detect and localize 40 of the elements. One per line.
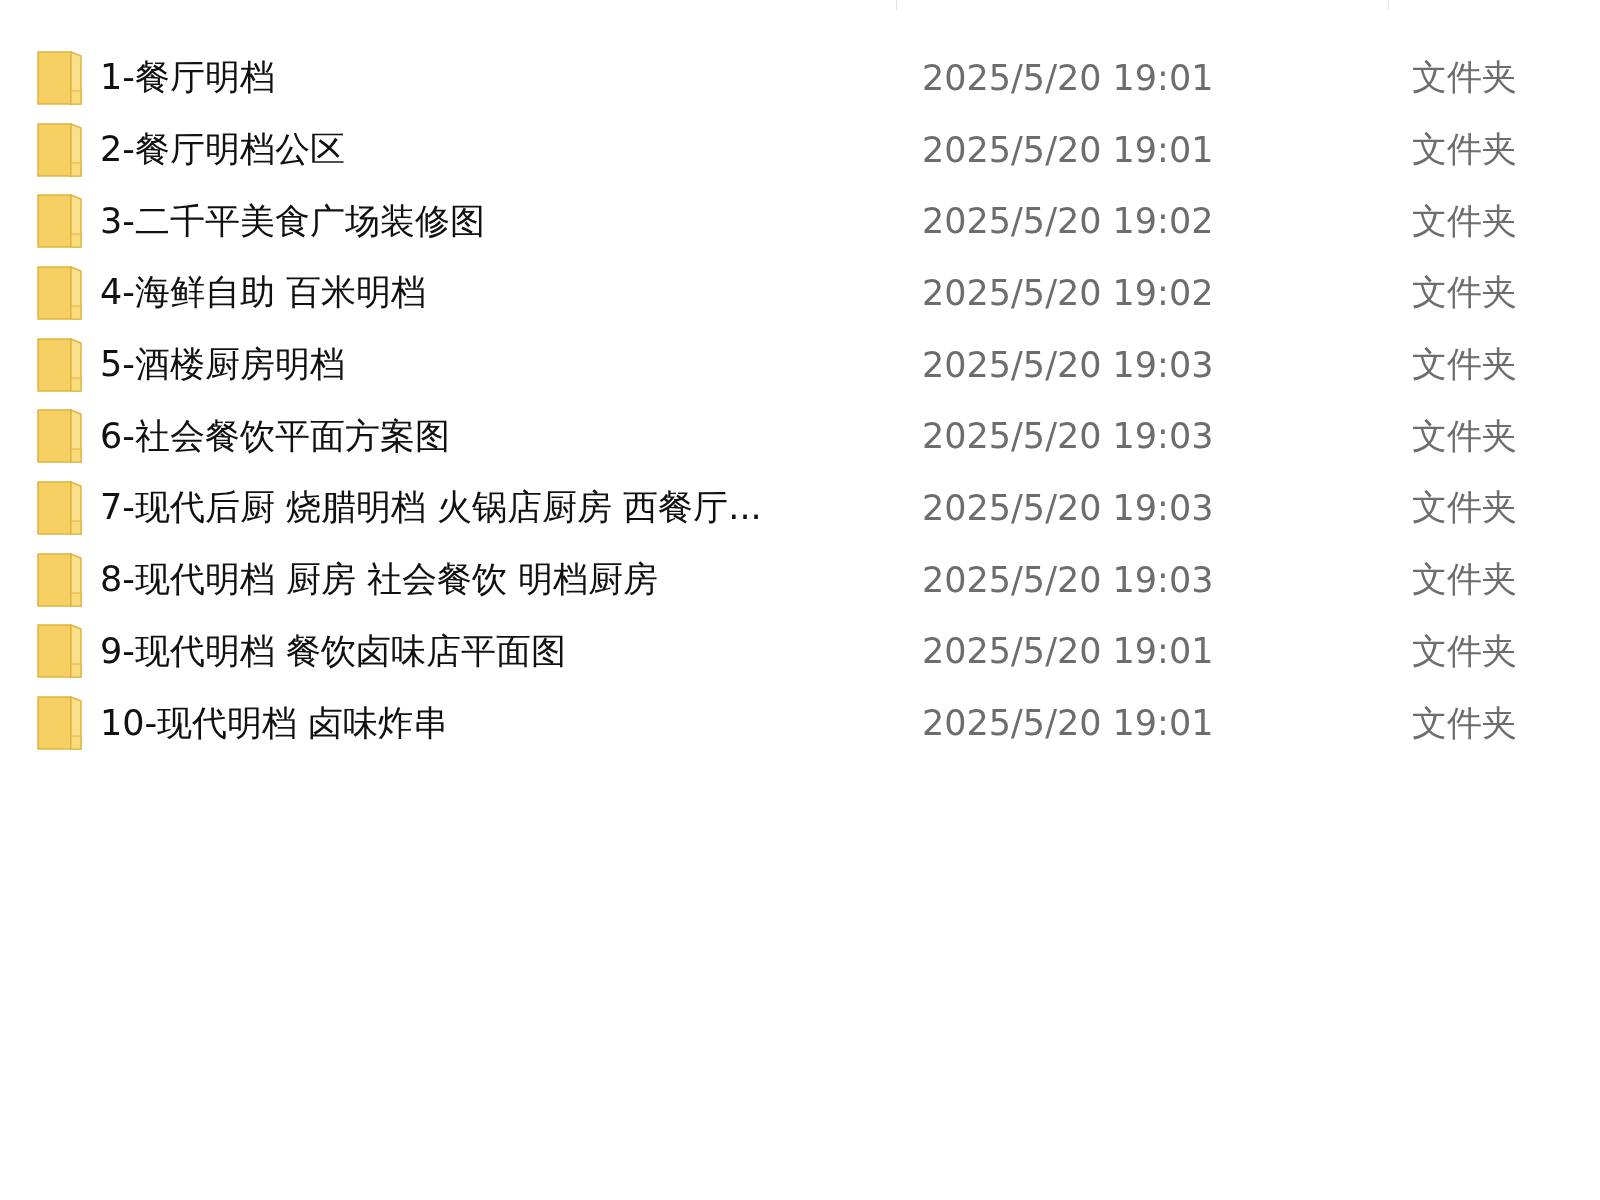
folder-icon [37, 552, 83, 607]
date-modified: 2025/5/20 19:03 [922, 487, 1215, 528]
folder-icon [37, 409, 83, 464]
file-type: 文件夹 [1412, 629, 1518, 673]
folder-icon [37, 122, 83, 177]
file-type: 文件夹 [1412, 486, 1518, 530]
date-modified: 2025/5/20 19:03 [922, 416, 1215, 457]
file-type: 文件夹 [1412, 414, 1518, 458]
file-type: 文件夹 [1412, 271, 1518, 315]
file-type: 文件夹 [1412, 199, 1518, 243]
file-name[interactable]: 7-现代后厨 烧腊明档 火锅店厨房 西餐厅... [100, 484, 922, 532]
file-type: 文件夹 [1412, 343, 1518, 387]
file-name[interactable]: 8-现代明档 厨房 社会餐饮 明档厨房 [100, 556, 922, 604]
date-modified: 2025/5/20 19:01 [922, 631, 1215, 672]
file-name[interactable]: 1-餐厅明档 [100, 54, 922, 102]
date-modified: 2025/5/20 19:01 [922, 129, 1215, 170]
file-name[interactable]: 2-餐厅明档公区 [100, 126, 922, 174]
folder-icon [37, 696, 83, 751]
folder-icon [37, 265, 83, 320]
file-name[interactable]: 3-二千平美食广场装修图 [100, 197, 922, 245]
file-type: 文件夹 [1412, 128, 1518, 172]
file-name[interactable]: 5-酒楼厨房明档 [100, 341, 922, 389]
file-name[interactable]: 10-现代明档 卤味炸串 [100, 699, 922, 747]
date-modified: 2025/5/20 19:03 [922, 344, 1215, 385]
date-modified: 2025/5/20 19:02 [922, 201, 1215, 242]
folder-icon [37, 337, 83, 392]
file-name[interactable]: 6-社会餐饮平面方案图 [100, 412, 922, 460]
file-name[interactable]: 9-现代明档 餐饮卤味店平面图 [100, 627, 922, 675]
folder-icon [37, 50, 83, 105]
folder-icon [37, 624, 83, 679]
date-modified: 2025/5/20 19:02 [922, 272, 1215, 313]
folder-icon [37, 194, 83, 249]
date-modified: 2025/5/20 19:01 [922, 703, 1215, 744]
file-name[interactable]: 4-海鲜自助 百米明档 [100, 269, 922, 317]
file-type: 文件夹 [1412, 701, 1518, 745]
date-modified: 2025/5/20 19:03 [922, 559, 1215, 600]
folder-icon [37, 480, 83, 535]
file-type: 文件夹 [1412, 558, 1518, 602]
file-type: 文件夹 [1412, 56, 1518, 100]
date-modified: 2025/5/20 19:01 [922, 57, 1215, 98]
